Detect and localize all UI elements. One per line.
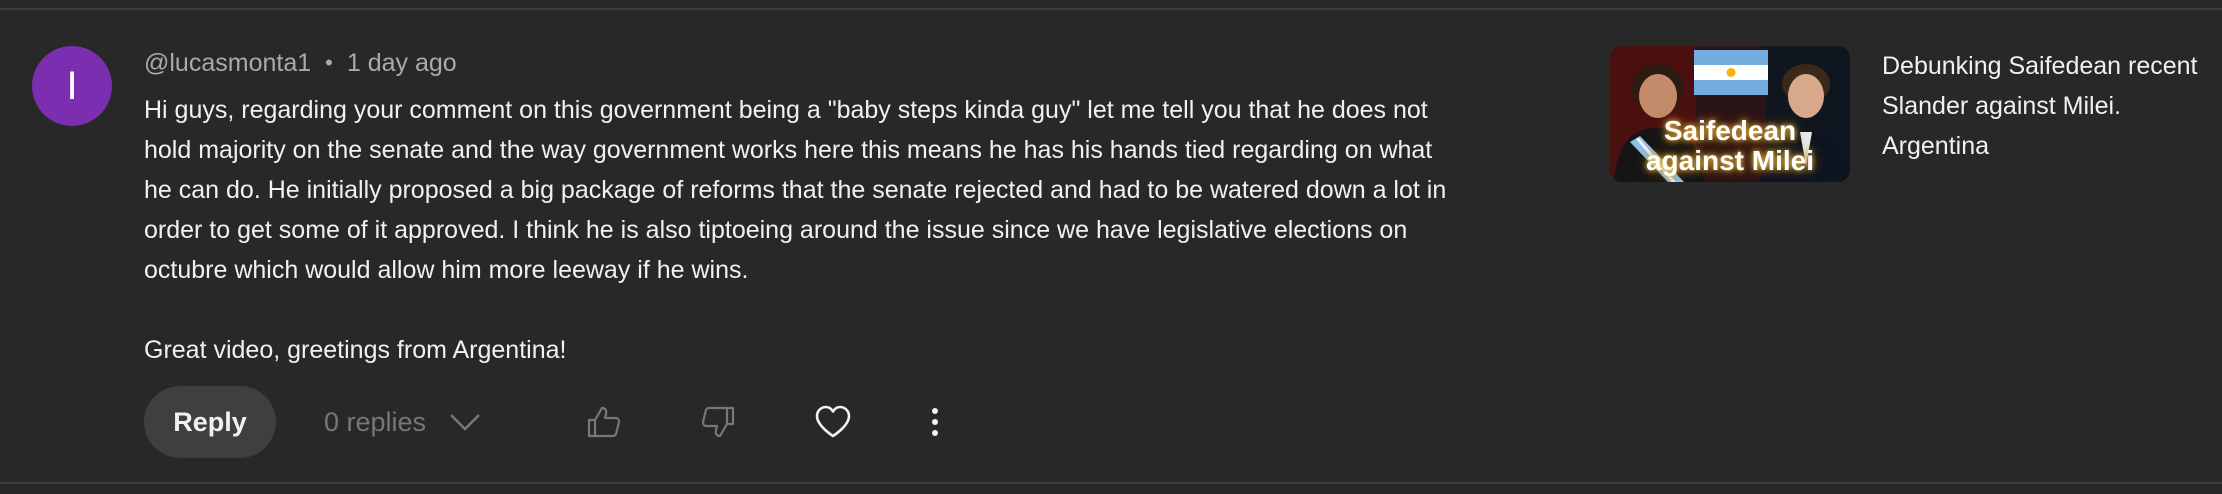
heart-icon[interactable] (814, 405, 852, 439)
replies-toggle[interactable]: 0 replies (324, 407, 482, 438)
dislike-icon[interactable] (700, 405, 736, 439)
avatar-letter: I (66, 63, 78, 108)
avatar[interactable]: I (32, 46, 112, 126)
video-title[interactable]: Debunking Saifedean recent Slander again… (1882, 46, 2212, 166)
bottom-divider (0, 482, 2222, 484)
author-handle[interactable]: @lucasmonta1 (144, 49, 311, 78)
thumbnail-text-line2: against Milei (1645, 145, 1815, 176)
comment-paragraph-1: Hi guys, regarding your comment on this … (144, 96, 1447, 284)
comment-paragraph-2: Great video, greetings from Argentina! (144, 336, 567, 364)
comment-body: Hi guys, regarding your comment on this … (144, 90, 1464, 370)
thumbnail-text-line1: Saifedean (1663, 115, 1797, 146)
chevron-down-icon (448, 412, 482, 432)
video-thumbnail[interactable]: Saifedean against Milei (1610, 46, 1850, 182)
comment-meta: @lucasmonta1 • 1 day ago (144, 46, 457, 80)
like-icon[interactable] (586, 405, 622, 439)
comment-timestamp[interactable]: 1 day ago (347, 49, 457, 78)
meta-separator: • (325, 50, 333, 75)
replies-count-label: 0 replies (324, 406, 427, 437)
reply-button[interactable]: Reply (144, 386, 276, 458)
more-vertical-icon[interactable] (930, 407, 940, 437)
comment-actions: Reply 0 replies (144, 386, 940, 458)
top-divider (0, 8, 2222, 10)
